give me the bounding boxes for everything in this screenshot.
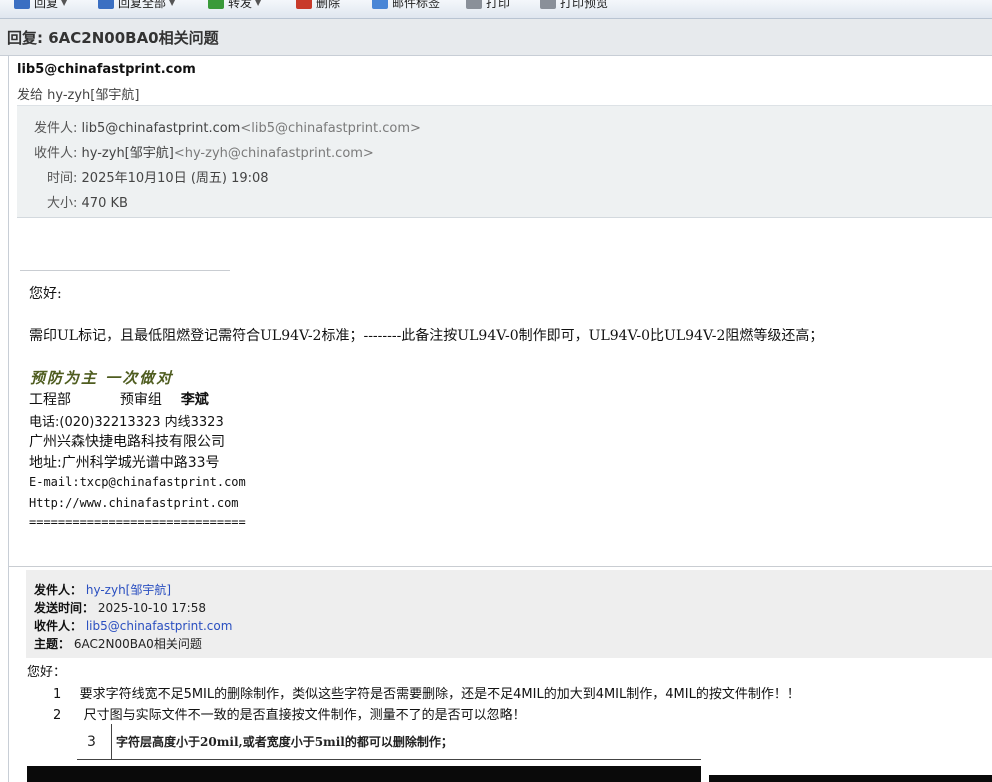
tag-icon	[372, 0, 388, 9]
size-value: 470 KB	[81, 196, 128, 211]
list-item-number: 1	[53, 687, 62, 702]
message-view: lib5@chinafastprint.com 发给 hy-zyh[邹宇航] 发…	[8, 56, 992, 782]
print-preview-button[interactable]: 打印预览	[540, 0, 608, 11]
list-item-text: 要求字符线宽不足5MIL的删除制作，类似这些字符是否需要删除，还是不足4MIL的…	[79, 687, 800, 702]
signature-team: 预审组	[119, 392, 162, 408]
quoted-from-row: 发件人： hy-zyh[邹宇航]	[34, 581, 171, 598]
list-item: 1 要求字符线宽不足5MIL的删除制作，类似这些字符是否需要删除，还是不足4MI…	[53, 683, 800, 702]
list-item: 2 尺寸图与实际文件不一致的是否直接按文件制作，测量不了的是否可以忽略！	[53, 704, 526, 723]
toolbar: 回复 ▼ 回复全部 ▼ 转发 ▼ 删除 邮件标签 打印 打印预览	[0, 0, 992, 19]
forward-button[interactable]: 转发 ▼	[208, 0, 261, 11]
quoted-sent-label: 发送时间：	[34, 601, 95, 615]
time-row: 时间: 2025年10月10日 (周五) 19:08	[47, 167, 269, 186]
image-placeholder	[27, 766, 701, 782]
recipient-line: 发给 hy-zyh[邹宇航]	[17, 88, 140, 103]
from-email: <lib5@chinafastprint.com>	[240, 121, 421, 136]
quoted-to-row: 收件人： lib5@chinafastprint.com	[34, 617, 232, 634]
signature-company: 广州兴森快捷电路科技有限公司	[29, 434, 225, 450]
forward-label: 转发	[228, 0, 253, 10]
divider	[20, 270, 230, 271]
tag-button[interactable]: 邮件标签	[372, 0, 440, 11]
print-preview-label: 打印预览	[560, 0, 609, 10]
print-icon	[466, 0, 482, 9]
signature-dept-row: 工程部 预审组 李斌	[29, 389, 209, 409]
sender-address[interactable]: lib5@chinafastprint.com	[17, 62, 196, 77]
to-name[interactable]: hy-zyh[邹宇航]	[82, 146, 174, 161]
chevron-down-icon[interactable]: ▼	[169, 0, 175, 7]
list-item-text: 尺寸图与实际文件不一致的是否直接按文件制作，测量不了的是否可以忽略！	[83, 708, 526, 723]
from-name[interactable]: lib5@chinafastprint.com	[82, 121, 241, 136]
quoted-subject-row: 主题： 6AC2N00BA0相关问题	[34, 635, 202, 652]
quoted-from-label: 发件人：	[34, 583, 83, 597]
quoted-header: 发件人： hy-zyh[邹宇航] 发送时间： 2025-10-10 17:58 …	[26, 570, 992, 658]
print-label: 打印	[486, 0, 511, 10]
reply-all-icon	[98, 0, 114, 9]
image-placeholder	[709, 775, 992, 782]
delete-button[interactable]: 删除	[296, 0, 340, 11]
delete-label: 删除	[316, 0, 341, 10]
size-label: 大小:	[47, 196, 78, 211]
print-preview-icon	[540, 0, 556, 9]
signature-slogan: 预防为主 一次做对	[30, 369, 174, 387]
time-label: 时间:	[47, 171, 78, 186]
to-email: <hy-zyh@chinafastprint.com>	[173, 146, 374, 161]
quote-divider	[9, 566, 992, 567]
from-row: 发件人: lib5@chinafastprint.com<lib5@chinaf…	[34, 117, 421, 136]
list-item-number: 3	[87, 734, 96, 750]
signature-email[interactable]: E-mail:txcp@chinafastprint.com	[29, 475, 246, 489]
reply-all-button[interactable]: 回复全部 ▼	[98, 0, 175, 11]
signature-address: 地址:广州科学城光谱中路33号	[29, 455, 220, 471]
list-item-text: 字符层高度小于20mil,或者宽度小于5mil的都可以删除制作；	[116, 735, 453, 749]
signature-phone: 电话:(020)32213323 内线3323	[29, 415, 224, 430]
tag-label: 邮件标签	[392, 0, 441, 10]
quoted-from-value[interactable]: hy-zyh[邹宇航]	[86, 583, 171, 597]
signature-name: 李斌	[180, 392, 209, 408]
greeting: 您好:	[29, 286, 62, 302]
quoted-sent-row: 发送时间： 2025-10-10 17:58	[34, 599, 206, 616]
quoted-to-value[interactable]: lib5@chinafastprint.com	[86, 619, 233, 633]
signature-website[interactable]: Http://www.chinafastprint.com	[29, 496, 239, 510]
quoted-sent-value: 2025-10-10 17:58	[97, 601, 206, 615]
signature-department: 工程部	[29, 392, 71, 408]
subject-bar: 回复: 6AC2N00BA0相关问题	[0, 19, 992, 56]
reply-icon	[14, 0, 30, 9]
list-item-number: 2	[53, 708, 62, 723]
chevron-down-icon[interactable]: ▼	[61, 0, 67, 7]
signature-rule: ==============================	[29, 515, 246, 529]
forward-icon	[208, 0, 224, 9]
table-divider	[111, 724, 112, 760]
reply-all-label: 回复全部	[118, 0, 167, 10]
quoted-subject-label: 主题：	[34, 637, 71, 651]
quoted-subject-value: 6AC2N00BA0相关问题	[73, 637, 202, 651]
quoted-greeting: 您好：	[27, 665, 67, 680]
quoted-to-label: 收件人：	[34, 619, 83, 633]
reply-button[interactable]: 回复 ▼	[14, 0, 67, 11]
print-button[interactable]: 打印	[466, 0, 510, 11]
reply-label: 回复	[34, 0, 59, 10]
header-details: 发件人: lib5@chinafastprint.com<lib5@chinaf…	[17, 105, 992, 218]
time-value: 2025年10月10日 (周五) 19:08	[81, 171, 269, 186]
list-item-table-row: 3 字符层高度小于20mil,或者宽度小于5mil的都可以删除制作；	[77, 724, 701, 760]
to-label: 收件人:	[34, 146, 78, 161]
chevron-down-icon[interactable]: ▼	[255, 0, 261, 7]
email-subject: 回复: 6AC2N00BA0相关问题	[7, 29, 219, 47]
delete-icon	[296, 0, 312, 9]
to-row: 收件人: hy-zyh[邹宇航]<hy-zyh@chinafastprint.c…	[34, 142, 374, 161]
size-row: 大小: 470 KB	[47, 192, 128, 211]
from-label: 发件人:	[34, 121, 78, 136]
message-text: 需印UL标记，且最低阻燃登记需符合UL94V-2标准；--------此备注按U…	[29, 328, 824, 344]
